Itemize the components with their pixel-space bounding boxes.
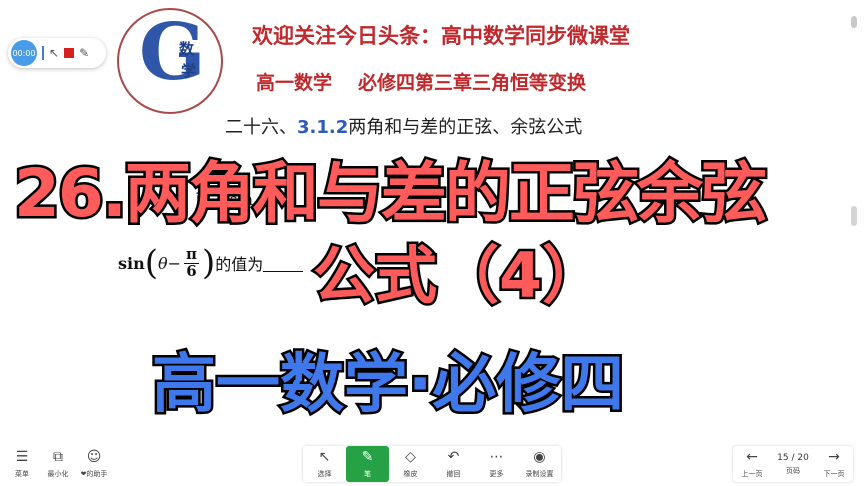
math-tail: 的值为	[215, 255, 264, 274]
record-settings-button[interactable]: ◉ 录制设置	[518, 446, 561, 482]
video-title-line1: 26.两角和与差的正弦余弦	[12, 153, 770, 235]
prev-page-label: 上一页	[741, 469, 763, 478]
menu-button[interactable]: ☰ 菜单	[4, 446, 40, 482]
pen-label: 笔	[364, 469, 371, 478]
next-page-button[interactable]: → 下一页	[815, 446, 853, 482]
more-icon: ⋯	[489, 448, 504, 465]
slide-header-course: 高一数学 必修四第三章三角恒等变换	[256, 68, 586, 95]
math-paren-open: (	[144, 243, 158, 283]
eraser-label: 橡皮	[403, 469, 418, 478]
scroll-thumb[interactable]	[851, 16, 857, 28]
undo-label: 撤回	[446, 469, 461, 478]
eraser-icon: ◇	[405, 448, 416, 465]
prev-page-button[interactable]: ← 上一页	[733, 446, 771, 482]
record-settings-icon: ◉	[533, 448, 546, 465]
math-paren-close: )	[202, 243, 216, 283]
arrow-right-icon: →	[828, 448, 840, 465]
menu-label: 菜单	[15, 469, 29, 478]
course-chapter: 必修四第三章三角恒等变换	[358, 72, 587, 94]
recording-timer[interactable]: 00:00	[11, 40, 37, 66]
arrow-left-icon: ←	[746, 448, 758, 465]
divider	[42, 46, 44, 60]
math-minus: −	[167, 253, 182, 273]
more-label: 更多	[489, 469, 504, 478]
eraser-tool-button[interactable]: ◇ 橡皮	[389, 446, 432, 482]
minimize-icon: ⧉	[53, 448, 63, 465]
undo-icon: ↶	[447, 448, 460, 465]
logo-text-bottom: 学	[181, 62, 197, 80]
channel-logo: G 数 学	[117, 8, 223, 114]
fraction-numerator: π	[184, 244, 200, 264]
lesson-number: 二十六、	[225, 117, 297, 138]
math-theta: θ	[157, 253, 168, 273]
video-subtitle: 高一数学·必修四	[149, 346, 626, 425]
pen-tool-button[interactable]: ✎ 笔	[346, 446, 389, 482]
assistant-icon: ☺	[86, 448, 102, 465]
logo-text-top: 数	[179, 40, 195, 58]
select-tool-button[interactable]: ↖ 选择	[303, 446, 346, 482]
record-settings-label: 录制设置	[525, 469, 554, 478]
next-page-label: 下一页	[823, 469, 845, 478]
stop-recording-button[interactable]	[64, 48, 75, 58]
more-button[interactable]: ⋯ 更多	[475, 446, 518, 482]
slide-lesson-title: 二十六、3.1.2两角和与差的正弦、余弦公式	[225, 113, 582, 139]
select-icon: ↖	[318, 448, 331, 465]
pager: ← 上一页 15 / 20 页码 → 下一页	[733, 446, 853, 482]
vertical-scrollbar[interactable]	[850, 8, 858, 434]
toolbar-center: ↖ 选择 ✎ 笔 ◇ 橡皮 ↶ 撤回 ⋯ 更多 ◉ 录制设置	[303, 446, 561, 482]
minimize-label: 最小化	[47, 469, 69, 478]
undo-button[interactable]: ↶ 撤回	[432, 446, 475, 482]
cursor-icon[interactable]: ↖	[49, 47, 59, 59]
scroll-marker	[851, 206, 857, 226]
menu-icon: ☰	[15, 448, 29, 465]
page-number-button[interactable]: 15 / 20 页码	[771, 446, 815, 482]
pen-icon[interactable]: ✎	[79, 47, 89, 59]
lesson-name: 两角和与差的正弦、余弦公式	[348, 117, 583, 138]
page-number-label: 页码	[786, 466, 800, 475]
toolbar-left: ☰ 菜单 ⧉ 最小化 ☺ ❤的助手	[4, 446, 112, 482]
math-expression: sin ( θ − π 6 ) 的值为	[118, 238, 304, 288]
slide-header-follow: 欢迎关注今日头条：高中数学同步微课堂	[252, 23, 630, 48]
course-grade: 高一数学	[256, 72, 333, 94]
assistant-label: ❤的助手	[80, 469, 108, 478]
pen-icon: ✎	[361, 448, 374, 465]
video-title-line2: 公式（4）	[310, 237, 606, 315]
math-func: sin	[118, 253, 145, 273]
fraction-denominator: 6	[186, 261, 197, 280]
select-label: 选择	[317, 469, 332, 478]
page-count: 15 / 20	[777, 452, 809, 463]
lesson-code: 3.1.2	[297, 117, 349, 138]
recorder-widget: 00:00 ↖ ✎	[8, 38, 106, 68]
assistant-button[interactable]: ☺ ❤的助手	[76, 446, 112, 482]
answer-blank	[263, 254, 304, 272]
minimize-button[interactable]: ⧉ 最小化	[40, 446, 76, 482]
math-fraction: π 6	[184, 244, 200, 280]
